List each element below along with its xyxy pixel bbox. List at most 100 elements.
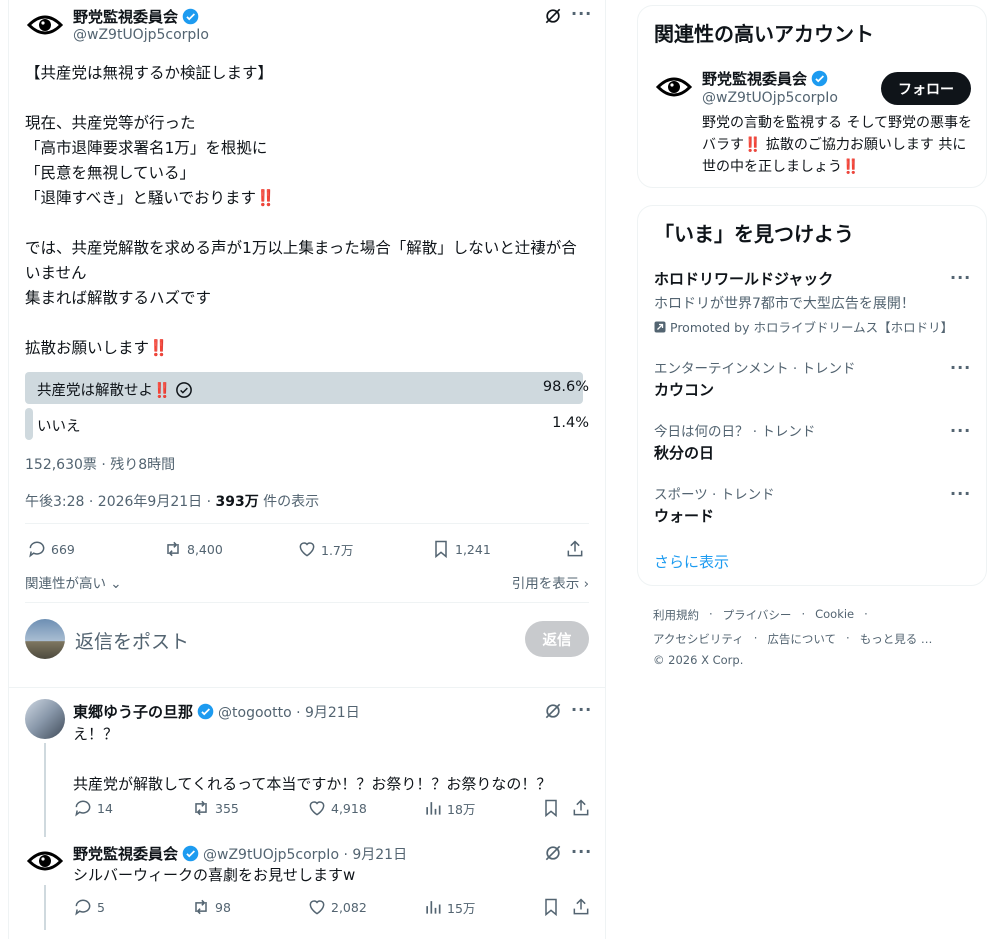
related-accounts-title: 関連性の高いアカウント <box>654 22 874 46</box>
repost-button[interactable]: 355 <box>191 798 239 818</box>
trends-title: 「いま」を見つけよう <box>654 222 854 246</box>
like-button[interactable]: 1.7万 <box>297 539 353 559</box>
grok-icon[interactable] <box>543 843 563 863</box>
poll-option-label: いいえ <box>37 419 81 435</box>
repost-icon <box>195 899 207 915</box>
post-timestamp[interactable]: 午後3:28 · 2026年9月21日 · 393万 件の表示 <box>25 491 319 511</box>
trend-item[interactable]: 今日は何の日？ · トレンド 秋分の日 <box>654 420 815 463</box>
footer-link-cookie[interactable]: Cookie <box>815 607 854 623</box>
repost-button[interactable]: 8,400 <box>163 539 223 559</box>
more-options-icon[interactable]: ··· <box>571 700 592 719</box>
trend-item[interactable]: エンターテインメント · トレンド カウコン <box>654 357 855 400</box>
poll-summary: 152,630票 · 残り8時間 <box>25 457 176 473</box>
reply-submit-button[interactable]: 返信 <box>525 621 589 657</box>
author-avatar[interactable] <box>25 5 65 45</box>
eye-logo-icon <box>27 851 63 871</box>
chevron-down-icon: ⌄ <box>110 576 122 592</box>
eye-logo-icon <box>27 15 63 35</box>
user-avatar[interactable] <box>25 619 65 659</box>
share-button[interactable] <box>565 539 585 559</box>
trend-meta: エンターテインメント · トレンド <box>654 361 856 377</box>
poll-option-percent: 98.6% <box>542 379 589 395</box>
reply-author-avatar[interactable] <box>25 699 65 739</box>
related-account-handle[interactable]: @wZ9tUOjp5corpIo <box>702 90 838 106</box>
share-button[interactable] <box>571 897 591 917</box>
promoted-icon <box>654 321 666 332</box>
main-column: 野党監視委員会 @wZ9tUOjp5corpIo ··· 【共産党は無視するか検… <box>8 0 606 939</box>
reply-meta[interactable]: @wZ9tUOjp5corpIo · 9月21日 <box>203 844 407 864</box>
reply-author-avatar[interactable] <box>25 841 65 881</box>
footer-separator: · <box>846 631 850 645</box>
divider <box>9 687 605 688</box>
bookmark-button[interactable]: 1,241 <box>431 539 491 559</box>
reply-text: シルバーウィークの喜劇をお見せしますw <box>73 866 356 884</box>
promoted-trend[interactable]: ホロドリワールドジャック ホロドリが世界7都市で大型広告を展開！ Promote… <box>654 268 974 336</box>
bookmark-icon <box>545 898 557 917</box>
chevron-right-icon: › <box>583 576 589 592</box>
like-button[interactable]: 4,918 <box>307 798 367 818</box>
views-chart-icon <box>426 802 441 815</box>
trend-name: カウコン <box>654 381 715 399</box>
promoted-trend-name: ホロドリワールドジャック <box>654 270 834 288</box>
promoted-trend-description: ホロドリが世界7都市で大型広告を展開！ <box>654 296 915 312</box>
views-button[interactable]: 15万 <box>423 897 475 917</box>
heart-icon <box>309 900 325 915</box>
footer-link-ads[interactable]: 広告について <box>767 631 836 647</box>
related-account-name[interactable]: 野党監視委員会 <box>702 68 828 89</box>
related-account-avatar[interactable] <box>654 67 694 107</box>
footer-links-row-2: アクセシビリティ · 広告について · もっと見る … <box>653 631 932 647</box>
bookmark-icon <box>435 540 447 559</box>
footer-link-accessibility[interactable]: アクセシビリティ <box>653 631 744 647</box>
heart-icon <box>309 801 325 816</box>
bookmark-button[interactable] <box>541 798 561 818</box>
grok-icon[interactable] <box>543 6 563 26</box>
reply-input[interactable]: 返信をポスト <box>75 627 189 654</box>
promoted-by: Promoted by ホロライブドリームス【ホロドリ】 <box>654 317 974 336</box>
like-button[interactable]: 2,082 <box>307 897 367 917</box>
share-icon <box>567 540 583 557</box>
reply-author-name[interactable]: 野党監視委員会 <box>73 843 178 864</box>
share-button[interactable] <box>571 798 591 818</box>
view-quotes-link[interactable]: 引用を表示 › <box>512 572 589 592</box>
bookmark-button[interactable] <box>541 897 561 917</box>
repost-button[interactable]: 98 <box>191 897 231 917</box>
check-circle-icon <box>176 381 192 398</box>
reply-button[interactable]: 669 <box>27 539 75 559</box>
divider <box>25 523 589 524</box>
reply-button[interactable]: 5 <box>73 897 105 917</box>
footer-copyright: © 2026 X Corp. <box>653 653 744 667</box>
footer-link-privacy[interactable]: プライバシー <box>723 607 792 623</box>
footer-separator: · <box>801 607 806 621</box>
reply-author-name[interactable]: 東郷ゆう子の旦那 <box>73 701 193 722</box>
footer-separator: · <box>709 607 713 621</box>
poll-option-percent: 1.4% <box>552 415 589 431</box>
more-options-icon[interactable]: ··· <box>950 421 971 440</box>
trend-item[interactable]: スポーツ · トレンド ウォード <box>654 483 775 526</box>
footer-link-more[interactable]: もっと見る … <box>860 631 933 647</box>
follow-button[interactable]: フォロー <box>881 72 971 105</box>
grok-icon[interactable] <box>543 701 563 721</box>
verified-badge-icon <box>182 8 199 25</box>
sort-dropdown[interactable]: 関連性が高い ⌄ <box>25 572 122 592</box>
footer-link-terms[interactable]: 利用規約 <box>653 607 699 623</box>
reply-text: え！？ 共産党が解散してくれるって本当ですか！？お祭り！？お祭りなの！？ <box>73 725 552 793</box>
views-button[interactable]: 18万 <box>423 798 475 818</box>
more-options-icon[interactable]: ··· <box>950 268 971 287</box>
more-options-icon[interactable]: ··· <box>950 358 971 377</box>
more-options-icon[interactable]: ··· <box>571 4 592 23</box>
more-options-icon[interactable]: ··· <box>571 842 592 861</box>
share-icon <box>573 898 589 915</box>
trend-name: ウォード <box>654 507 715 525</box>
thread-line <box>44 885 46 930</box>
author-name[interactable]: 野党監視委員会 <box>73 6 199 27</box>
poll-option-label: 共産党は解散せよ‼️ <box>37 379 193 400</box>
reply-header: 野党監視委員会 @wZ9tUOjp5corpIo · 9月21日 <box>73 843 407 864</box>
thread-line <box>44 743 46 837</box>
more-options-icon[interactable]: ··· <box>950 484 971 503</box>
reply-icon <box>29 541 45 558</box>
reply-meta[interactable]: @togootto · 9月21日 <box>218 702 360 722</box>
author-handle[interactable]: @wZ9tUOjp5corpIo <box>73 27 209 43</box>
trend-meta: 今日は何の日？ · トレンド <box>654 424 816 440</box>
reply-button[interactable]: 14 <box>73 798 113 818</box>
show-more-link[interactable]: さらに表示 <box>654 551 729 572</box>
